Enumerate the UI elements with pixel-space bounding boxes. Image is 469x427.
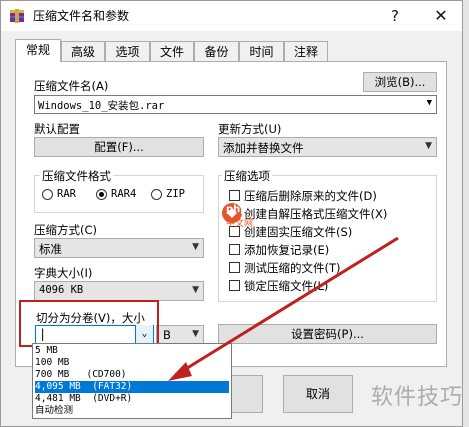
tab-advanced[interactable]: 高级 [61,41,105,61]
archiving-options-label: 压缩选项 [222,168,272,184]
archive-name-label: 压缩文件名(A) [34,79,109,93]
format-rar-label: RAR [57,188,76,200]
tab-files[interactable]: 文件 [150,41,194,61]
delete-after-archiving-checkbox[interactable] [229,190,240,201]
php-watermark-logo: php 中文网 [222,202,274,229]
window-title: 压缩文件名和参数 [33,9,130,23]
compression-method-value: 标准 [39,242,62,256]
update-mode-select[interactable]: 添加并替换文件 ▼ [218,137,437,157]
archive-name-value: Windows_10_安装包.rar [38,100,165,112]
split-volume-unit-select[interactable]: B ▼ [156,325,204,345]
tab-time[interactable]: 时间 [239,41,284,61]
chevron-down-icon: ▼ [192,242,199,252]
compression-method-label: 压缩方式(C) [34,223,98,237]
winrar-app-icon [10,9,24,23]
archive-name-field[interactable]: Windows_10_安装包.rar ▼ [34,95,437,114]
split-size-option[interactable]: 自动检测 [35,405,229,417]
test-archived-files-label: 测试压缩的文件(T) [244,261,341,275]
update-mode-label: 更新方式(U) [218,122,282,136]
format-rar4-label: RAR4 [111,188,137,200]
format-zip-radio[interactable] [151,189,162,200]
update-mode-value: 添加并替换文件 [223,141,304,155]
format-rar4-radio[interactable] [96,189,107,200]
php-logo-text: php [226,204,248,215]
php-logo-subtext: 中文网 [226,219,254,229]
annotation-highlight-box [19,300,159,347]
title-bar[interactable]: 压缩文件名和参数 ? ✕ [1,1,462,31]
chevron-down-icon: ▼ [425,141,432,151]
lock-archive-checkbox[interactable] [229,280,240,291]
chevron-down-icon: ▼ [192,285,199,295]
add-recovery-record-label: 添加恢复记录(E) [244,243,330,257]
compression-method-select[interactable]: 标准 ▼ [34,238,204,258]
default-profile-label: 默认配置 [34,122,80,136]
tab-backup[interactable]: 备份 [194,41,239,61]
tab-general[interactable]: 常规 [15,39,61,62]
close-button[interactable]: ✕ [421,1,461,31]
chevron-down-icon[interactable]: ▼ [427,98,432,108]
chevron-down-icon: ▼ [192,329,199,339]
split-volume-size-dropdown[interactable]: 5 MB 100 MB 700 MB (CD700) 4,095 MB (FAT… [32,343,232,419]
archive-format-label: 压缩文件格式 [40,168,113,184]
cancel-button[interactable]: 取消 [283,375,353,413]
lock-archive-label: 锁定压缩文件(L) [244,279,329,293]
split-size-option[interactable]: 700 MB (CD700) [35,369,229,381]
tab-options[interactable]: 选项 [105,41,150,61]
help-button[interactable]: ? [375,1,415,31]
dictionary-size-label: 字典大小(I) [34,266,93,280]
split-size-option[interactable]: 5 MB [35,345,229,357]
split-volume-unit-value: B [163,328,171,342]
add-recovery-record-checkbox[interactable] [229,244,240,255]
watermark-text: 软件技巧 [370,385,463,410]
dictionary-size-value: 4096 KB [39,284,84,296]
split-size-option-selected[interactable]: 4,095 MB (FAT32) [35,381,229,393]
test-archived-files-checkbox[interactable] [229,262,240,273]
profiles-button[interactable]: 配置(F)... [34,137,204,157]
split-size-option[interactable]: 4,481 MB (DVD+R) [35,393,229,405]
format-zip-label: ZIP [166,188,185,200]
set-password-button[interactable]: 设置密码(P)... [218,324,437,344]
browse-button[interactable]: 浏览(B)... [363,72,437,92]
dictionary-size-select[interactable]: 4096 KB ▼ [34,281,204,301]
format-rar-radio[interactable] [42,189,53,200]
split-size-option[interactable]: 100 MB [35,357,229,369]
tab-comment[interactable]: 注释 [284,41,328,61]
